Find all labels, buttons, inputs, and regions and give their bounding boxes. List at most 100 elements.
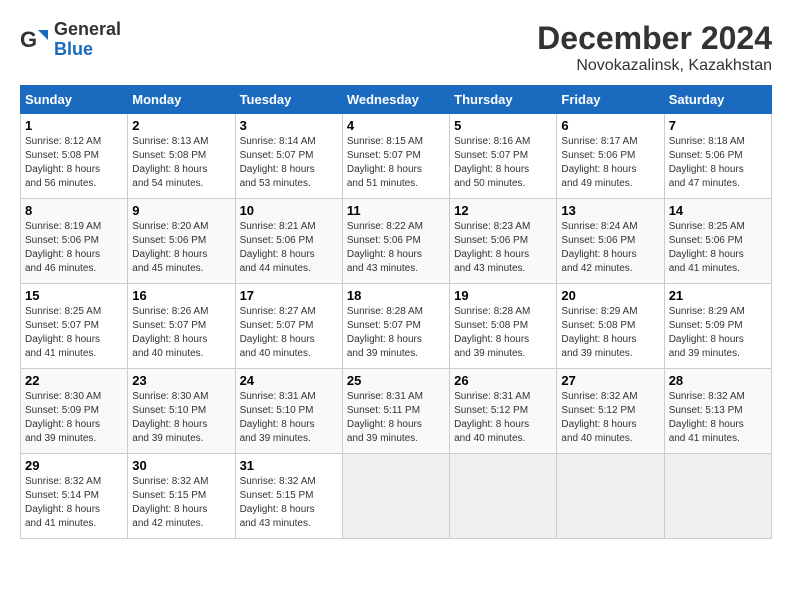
day-number: 23: [132, 373, 230, 388]
day-number: 7: [669, 118, 767, 133]
day-info: Sunrise: 8:13 AMSunset: 5:08 PMDaylight:…: [132, 135, 230, 191]
day-info: Sunrise: 8:12 AMSunset: 5:08 PMDaylight:…: [25, 135, 123, 191]
day-info: Sunrise: 8:32 AMSunset: 5:15 PMDaylight:…: [240, 475, 338, 531]
day-info: Sunrise: 8:26 AMSunset: 5:07 PMDaylight:…: [132, 305, 230, 361]
calendar-day: 8 Sunrise: 8:19 AMSunset: 5:06 PMDaylight…: [21, 199, 128, 284]
calendar-day: 5Sunrise: 8:16 AMSunset: 5:07 PMDaylight…: [450, 114, 557, 199]
logo-general: General: [54, 20, 121, 40]
day-info: Sunrise: 8:30 AMSunset: 5:09 PMDaylight:…: [25, 390, 123, 446]
day-number: 20: [561, 288, 659, 303]
day-info: Sunrise: 8:31 AMSunset: 5:11 PMDaylight:…: [347, 390, 445, 446]
calendar-day: 14Sunrise: 8:25 AMSunset: 5:06 PMDayligh…: [664, 199, 771, 284]
weekday-header-row: SundayMondayTuesdayWednesdayThursdayFrid…: [21, 86, 772, 114]
day-number: 5: [454, 118, 552, 133]
weekday-header: Monday: [128, 86, 235, 114]
weekday-header: Thursday: [450, 86, 557, 114]
day-info: Sunrise: 8:30 AMSunset: 5:10 PMDaylight:…: [132, 390, 230, 446]
day-info: Sunrise: 8:23 AMSunset: 5:06 PMDaylight:…: [454, 220, 552, 276]
day-info: Sunrise: 8:21 AMSunset: 5:06 PMDaylight:…: [240, 220, 338, 276]
day-info: Sunrise: 8:27 AMSunset: 5:07 PMDaylight:…: [240, 305, 338, 361]
day-info: Sunrise: 8:32 AMSunset: 5:13 PMDaylight:…: [669, 390, 767, 446]
empty-cell: [664, 454, 771, 539]
calendar-day: 26 Sunrise: 8:31 AMSunset: 5:12 PMDayligh…: [450, 369, 557, 454]
calendar-day: 3 Sunrise: 8:14 AMSunset: 5:07 PMDaylight…: [235, 114, 342, 199]
weekday-header: Sunday: [21, 86, 128, 114]
calendar-day: 29Sunrise: 8:32 AMSunset: 5:14 PMDayligh…: [21, 454, 128, 539]
day-number: 31: [240, 458, 338, 473]
calendar-day: 2 Sunrise: 8:13 AMSunset: 5:08 PMDaylight…: [128, 114, 235, 199]
calendar-day: 28 Sunrise: 8:32 AMSunset: 5:13 PMDayligh…: [664, 369, 771, 454]
calendar-day: 7 Sunrise: 8:18 AMSunset: 5:06 PMDaylight…: [664, 114, 771, 199]
day-number: 14: [669, 203, 767, 218]
title-section: December 2024 Novokazalinsk, Kazakhstan: [537, 20, 772, 75]
calendar-day: 17Sunrise: 8:27 AMSunset: 5:07 PMDayligh…: [235, 284, 342, 369]
calendar-day: 15Sunrise: 8:25 AMSunset: 5:07 PMDayligh…: [21, 284, 128, 369]
day-info: Sunrise: 8:14 AMSunset: 5:07 PMDaylight:…: [240, 135, 338, 191]
day-info: Sunrise: 8:24 AMSunset: 5:06 PMDaylight:…: [561, 220, 659, 276]
calendar-day: 19Sunrise: 8:28 AMSunset: 5:08 PMDayligh…: [450, 284, 557, 369]
calendar-day: 12 Sunrise: 8:23 AMSunset: 5:06 PMDayligh…: [450, 199, 557, 284]
calendar-day: 21Sunrise: 8:29 AMSunset: 5:09 PMDayligh…: [664, 284, 771, 369]
day-number: 26: [454, 373, 552, 388]
week-row: 15Sunrise: 8:25 AMSunset: 5:07 PMDayligh…: [21, 284, 772, 369]
day-number: 9: [132, 203, 230, 218]
day-info: Sunrise: 8:25 AMSunset: 5:07 PMDaylight:…: [25, 305, 123, 361]
day-info: Sunrise: 8:32 AMSunset: 5:14 PMDaylight:…: [25, 475, 123, 531]
day-number: 30: [132, 458, 230, 473]
week-row: 8 Sunrise: 8:19 AMSunset: 5:06 PMDaylight…: [21, 199, 772, 284]
empty-cell: [557, 454, 664, 539]
day-number: 3: [240, 118, 338, 133]
calendar-day: 27Sunrise: 8:32 AMSunset: 5:12 PMDayligh…: [557, 369, 664, 454]
calendar-day: 20 Sunrise: 8:29 AMSunset: 5:08 PMDayligh…: [557, 284, 664, 369]
day-info: Sunrise: 8:18 AMSunset: 5:06 PMDaylight:…: [669, 135, 767, 191]
page-header: G General Blue December 2024 Novokazalin…: [20, 20, 772, 75]
day-info: Sunrise: 8:20 AMSunset: 5:06 PMDaylight:…: [132, 220, 230, 276]
weekday-header: Wednesday: [342, 86, 449, 114]
logo: G General Blue: [20, 20, 121, 60]
calendar-day: 30 Sunrise: 8:32 AMSunset: 5:15 PMDayligh…: [128, 454, 235, 539]
day-info: Sunrise: 8:32 AMSunset: 5:15 PMDaylight:…: [132, 475, 230, 531]
calendar-day: 9 Sunrise: 8:20 AMSunset: 5:06 PMDaylight…: [128, 199, 235, 284]
weekday-header: Tuesday: [235, 86, 342, 114]
day-number: 12: [454, 203, 552, 218]
month-year: December 2024: [537, 20, 772, 57]
calendar-day: 25 Sunrise: 8:31 AMSunset: 5:11 PMDayligh…: [342, 369, 449, 454]
calendar-day: 31 Sunrise: 8:32 AMSunset: 5:15 PMDayligh…: [235, 454, 342, 539]
day-number: 21: [669, 288, 767, 303]
day-info: Sunrise: 8:28 AMSunset: 5:08 PMDaylight:…: [454, 305, 552, 361]
day-number: 28: [669, 373, 767, 388]
week-row: 29Sunrise: 8:32 AMSunset: 5:14 PMDayligh…: [21, 454, 772, 539]
day-info: Sunrise: 8:22 AMSunset: 5:06 PMDaylight:…: [347, 220, 445, 276]
day-number: 25: [347, 373, 445, 388]
calendar-day: 11 Sunrise: 8:22 AMSunset: 5:06 PMDayligh…: [342, 199, 449, 284]
day-info: Sunrise: 8:29 AMSunset: 5:08 PMDaylight:…: [561, 305, 659, 361]
day-number: 2: [132, 118, 230, 133]
day-info: Sunrise: 8:17 AMSunset: 5:06 PMDaylight:…: [561, 135, 659, 191]
calendar-day: 13 Sunrise: 8:24 AMSunset: 5:06 PMDayligh…: [557, 199, 664, 284]
calendar-day: 4 Sunrise: 8:15 AMSunset: 5:07 PMDaylight…: [342, 114, 449, 199]
day-number: 22: [25, 373, 123, 388]
day-info: Sunrise: 8:31 AMSunset: 5:12 PMDaylight:…: [454, 390, 552, 446]
calendar-table: SundayMondayTuesdayWednesdayThursdayFrid…: [20, 85, 772, 539]
week-row: 1Sunrise: 8:12 AMSunset: 5:08 PMDaylight…: [21, 114, 772, 199]
logo-blue: Blue: [54, 40, 121, 60]
day-number: 13: [561, 203, 659, 218]
day-number: 24: [240, 373, 338, 388]
day-number: 4: [347, 118, 445, 133]
day-number: 11: [347, 203, 445, 218]
day-number: 10: [240, 203, 338, 218]
calendar-day: 16 Sunrise: 8:26 AMSunset: 5:07 PMDayligh…: [128, 284, 235, 369]
day-info: Sunrise: 8:19 AMSunset: 5:06 PMDaylight:…: [25, 220, 123, 276]
day-info: Sunrise: 8:28 AMSunset: 5:07 PMDaylight:…: [347, 305, 445, 361]
day-number: 16: [132, 288, 230, 303]
calendar-day: 18 Sunrise: 8:28 AMSunset: 5:07 PMDayligh…: [342, 284, 449, 369]
day-number: 18: [347, 288, 445, 303]
empty-cell: [342, 454, 449, 539]
day-info: Sunrise: 8:15 AMSunset: 5:07 PMDaylight:…: [347, 135, 445, 191]
week-row: 22 Sunrise: 8:30 AMSunset: 5:09 PMDayligh…: [21, 369, 772, 454]
calendar-day: 1Sunrise: 8:12 AMSunset: 5:08 PMDaylight…: [21, 114, 128, 199]
day-number: 27: [561, 373, 659, 388]
day-number: 8: [25, 203, 123, 218]
calendar-day: 24Sunrise: 8:31 AMSunset: 5:10 PMDayligh…: [235, 369, 342, 454]
logo-text: General Blue: [54, 20, 121, 60]
